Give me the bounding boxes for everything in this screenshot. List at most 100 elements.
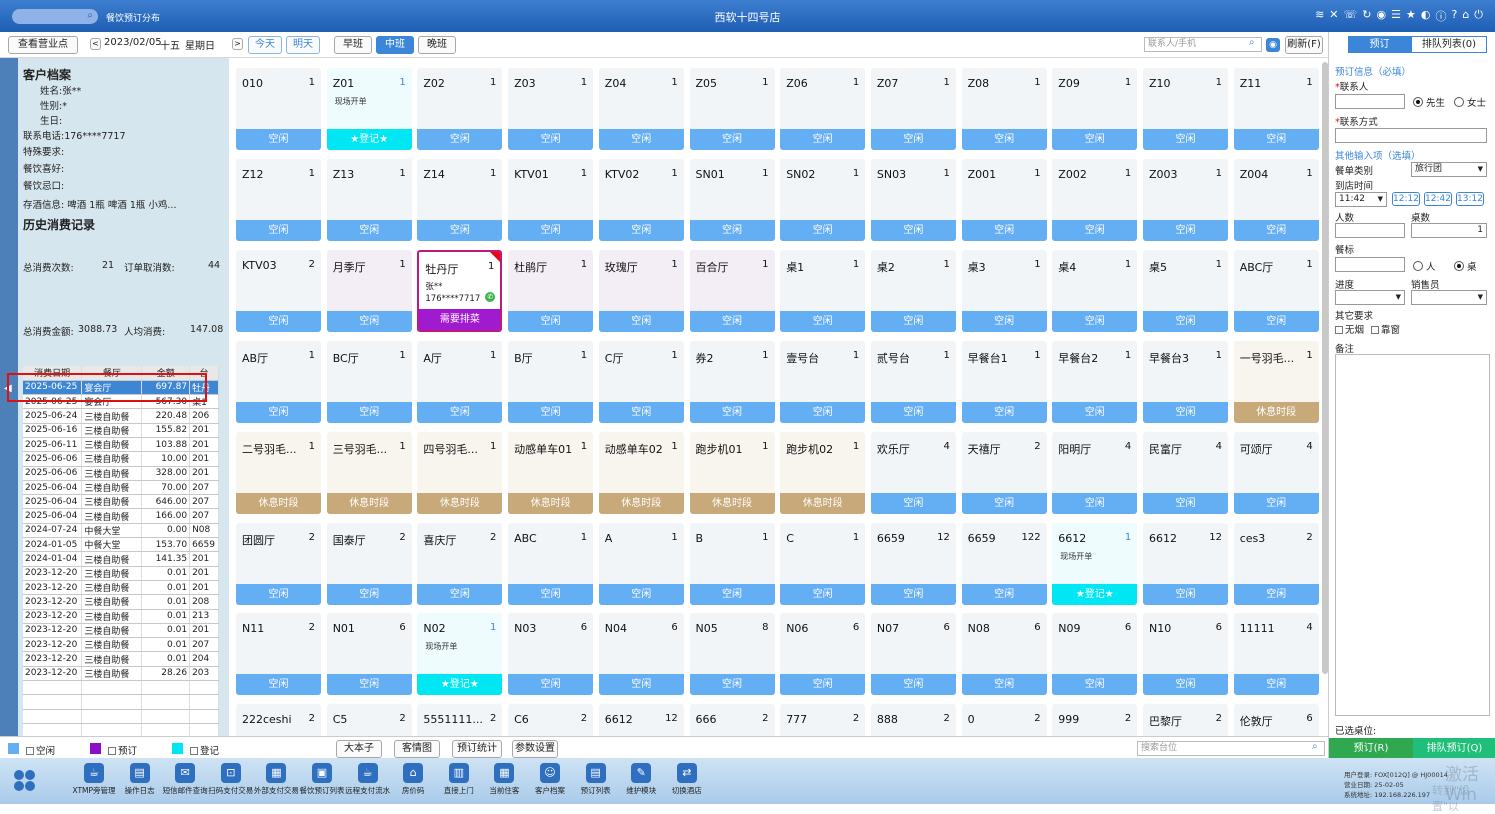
table-row[interactable]: 2025-06-06 三楼自助餐 328.00 201 (23, 466, 219, 481)
shift-breakfast-button[interactable]: 早班 (334, 36, 372, 54)
refresh-button[interactable]: 刷新(F) (1285, 36, 1323, 54)
table-card[interactable]: 桌2 1 空闲 (870, 249, 956, 332)
contact-way-input[interactable] (1335, 128, 1487, 143)
table-row[interactable]: 2023-12-20 三楼自助餐 0.01 201 (23, 566, 219, 581)
table-card[interactable]: A 1 空闲 (598, 522, 684, 605)
quick-time-button[interactable]: 12:42 (1424, 192, 1452, 206)
table-card[interactable]: C5 2 (326, 704, 412, 736)
tables-input[interactable]: 1 (1411, 223, 1487, 238)
book-button[interactable]: 预订(R) (1329, 738, 1413, 760)
star-icon[interactable]: ★ (1406, 8, 1416, 24)
help-icon[interactable]: ? (1451, 8, 1457, 24)
table-card[interactable]: 动感单车02 1 休息时段 (598, 431, 684, 514)
dock-item[interactable]: ☕ XTMP旁管理 (70, 763, 118, 796)
table-card[interactable]: KTV03 2 空闲 (236, 249, 321, 332)
refresh-icon[interactable]: ↻ (1362, 8, 1371, 24)
table-row[interactable]: 2025-06-16 三楼自助餐 155.82 201 (23, 423, 219, 438)
table-card[interactable]: 888 2 (870, 704, 956, 736)
table-card[interactable]: Z03 1 空闲 (508, 68, 594, 150)
contact-name-input[interactable] (1335, 94, 1405, 109)
tomorrow-button[interactable]: 明天 (286, 36, 320, 54)
table-card[interactable]: N02 1 现场开单 ★登记★ (417, 613, 503, 696)
sales-select[interactable]: ▼ (1411, 290, 1487, 305)
table-card[interactable]: 早餐台3 1 空闲 (1143, 340, 1228, 423)
quick-time-button[interactable]: 13:12 (1456, 192, 1484, 206)
ms-radio[interactable]: 女士 (1454, 95, 1486, 109)
table-card[interactable]: 喜庆厅 2 空闲 (417, 522, 503, 605)
table-row[interactable]: 2023-12-20 三楼自助餐 0.01 201 (23, 580, 219, 596)
dock-item[interactable]: ▦ 当前住客 (480, 763, 528, 796)
dock-item[interactable]: ⌂ 房价码 (389, 763, 437, 796)
table-card[interactable]: 跑步机02 1 休息时段 (780, 431, 866, 514)
table-card[interactable]: 6659 122 空闲 (961, 522, 1047, 605)
table-card[interactable]: 02 (961, 704, 1047, 736)
table-row[interactable]: 2025-06-24 三楼自助餐 220.48 206 (23, 408, 219, 424)
tab-booking[interactable]: 预订 (1348, 36, 1411, 53)
table-card[interactable]: 6612 12 空闲 (1143, 522, 1228, 605)
date-text[interactable]: 2023/02/05 (104, 37, 162, 48)
people-input[interactable] (1335, 223, 1405, 238)
table-card[interactable]: 百合厅 1 空闲 (689, 249, 775, 332)
contact-search-input[interactable]: 联系人/手机 (1144, 37, 1262, 52)
dock-item[interactable]: ▤ 操作日志 (116, 763, 164, 796)
table-card[interactable]: C 1 空闲 (780, 522, 866, 605)
table-card[interactable]: C厅 1 空闲 (598, 340, 684, 423)
table-card[interactable]: 可颂厅 4 空闲 (1233, 431, 1319, 514)
dock-item[interactable]: ☕ 远程支付流水 (344, 763, 392, 796)
table-card[interactable]: Z05 1 空闲 (689, 68, 775, 150)
settings-button[interactable]: 参数设置 (512, 740, 558, 758)
table-card[interactable]: N03 6 空闲 (508, 613, 594, 696)
table-card[interactable]: 6612 1 现场开单 ★登记★ (1052, 522, 1138, 605)
table-card[interactable]: N10 6 空闲 (1143, 613, 1228, 696)
table-row[interactable]: 2023-12-20 三楼自助餐 0.01 204 (23, 651, 219, 667)
table-card[interactable]: 11111 4 空闲 (1233, 613, 1319, 696)
table-card[interactable]: 桌3 1 空闲 (961, 249, 1047, 332)
table-card[interactable]: 222ceshi 2 (236, 704, 321, 736)
table-card[interactable]: A厅 1 空闲 (417, 340, 503, 423)
booking-stats-button[interactable]: 预订统计 (452, 740, 502, 758)
table-card[interactable]: SN02 1 空闲 (780, 158, 866, 241)
meal-type-select[interactable]: 旅行团 ▼ (1411, 162, 1487, 177)
table-card[interactable]: KTV01 1 空闲 (508, 158, 594, 241)
table-row[interactable]: 2023-12-20 三楼自助餐 0.01 208 (23, 594, 219, 610)
table-card[interactable]: Z13 1 空闲 (326, 158, 412, 241)
table-card[interactable]: N05 8 空闲 (689, 613, 775, 696)
tools-icon[interactable]: ✕ (1329, 8, 1338, 24)
table-card[interactable]: 早餐台2 1 空闲 (1052, 340, 1138, 423)
table-card[interactable]: 早餐台1 1 空闲 (961, 340, 1047, 423)
table-row[interactable]: 2023-12-20 三楼自助餐 0.01 207 (23, 637, 219, 653)
table-card[interactable]: 牡丹厅 1 张** 176****7717 ✆ 需要排菜 (417, 249, 503, 332)
table-card[interactable]: 桌5 1 空闲 (1143, 249, 1228, 332)
window-checkbox[interactable]: 靠窗 (1371, 322, 1400, 336)
table-row[interactable]: 2023-12-20 三楼自助餐 28.26 203 (23, 666, 219, 682)
dock-item[interactable]: ▤ 预订列表 (572, 763, 620, 796)
table-card[interactable]: 999 2 (1052, 704, 1138, 736)
table-card[interactable]: Z004 1 空闲 (1233, 158, 1319, 241)
table-card[interactable]: Z14 1 空闲 (417, 158, 503, 241)
table-row[interactable]: 2025-06-06 三楼自助餐 10.00 201 (23, 451, 219, 467)
table-search-input[interactable]: 搜索台位 (1137, 741, 1325, 756)
contrast-icon[interactable]: ◐ (1421, 8, 1431, 24)
shift-dinner-button[interactable]: 晚班 (418, 36, 456, 54)
table-card[interactable]: SN03 1 空闲 (870, 158, 956, 241)
remark-textarea[interactable] (1335, 354, 1490, 716)
table-card[interactable]: 欢乐厅 4 空闲 (870, 431, 956, 514)
today-button[interactable]: 今天 (248, 36, 282, 54)
table-card[interactable]: 巴黎厅 2 (1143, 704, 1228, 736)
dock-item[interactable]: ⊡ 扫码支付交易 (207, 763, 255, 796)
table-card[interactable]: Z001 1 空闲 (961, 158, 1047, 241)
table-card[interactable]: 券2 1 空闲 (689, 340, 775, 423)
table-card[interactable]: Z003 1 空闲 (1143, 158, 1228, 241)
table-card[interactable]: N09 6 空闲 (1052, 613, 1138, 696)
phone-icon[interactable]: ✆ (485, 291, 496, 302)
dock-item[interactable]: ⇄ 切换酒店 (663, 763, 711, 796)
dock-item[interactable]: ▦ 外部支付交易 (252, 763, 300, 796)
table-card[interactable]: 6612 12 (598, 704, 684, 736)
eye-icon[interactable]: ◉ (1266, 38, 1280, 52)
table-card[interactable]: Z09 1 空闲 (1052, 68, 1138, 150)
table-card[interactable]: KTV02 1 空闲 (598, 158, 684, 241)
search-icon[interactable]: ⌕ (1312, 741, 1318, 752)
table-card[interactable]: Z04 1 空闲 (598, 68, 684, 150)
table-card[interactable]: 月季厅 1 空闲 (326, 249, 412, 332)
booked-legend[interactable]: 预订 (108, 743, 137, 757)
